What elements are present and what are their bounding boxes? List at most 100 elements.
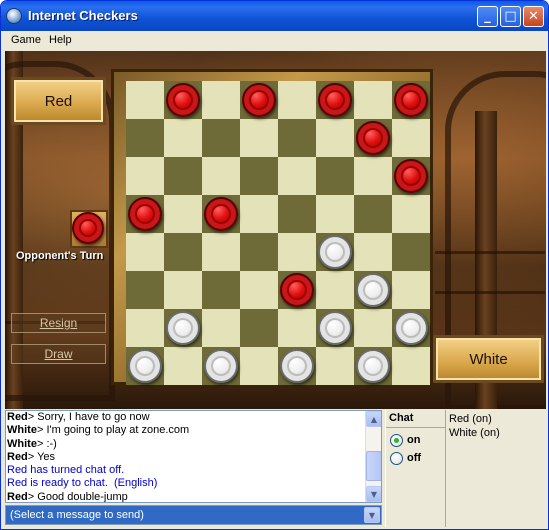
board-square[interactable] — [164, 347, 202, 385]
red-checker-piece[interactable] — [318, 83, 352, 117]
board-square[interactable] — [126, 233, 164, 271]
chat-scrollbar[interactable]: ▲ ▼ — [365, 411, 381, 502]
player-list: Red (on) White (on) — [445, 410, 546, 527]
scroll-up-icon[interactable]: ▲ — [366, 411, 381, 427]
resign-button[interactable]: Resign — [11, 313, 106, 333]
board-square[interactable] — [202, 119, 240, 157]
chat-off-label: off — [407, 452, 422, 464]
white-checker-piece[interactable] — [204, 349, 238, 383]
board-square[interactable] — [316, 195, 354, 233]
board-square[interactable] — [240, 309, 278, 347]
board-square[interactable] — [354, 233, 392, 271]
chat-on-radio[interactable] — [390, 434, 403, 447]
scroll-down-icon[interactable]: ▼ — [366, 486, 381, 502]
board-square[interactable] — [354, 195, 392, 233]
white-checker-piece[interactable] — [318, 311, 352, 345]
maximize-button[interactable]: □ — [500, 6, 521, 27]
white-checker-piece[interactable] — [280, 349, 314, 383]
board-square[interactable] — [240, 195, 278, 233]
send-message-placeholder: (Select a message to send) — [10, 509, 144, 521]
white-checker-piece[interactable] — [394, 311, 428, 345]
checkerboard[interactable] — [126, 81, 430, 385]
game-area: Red Opponent's Turn Resign Draw White — [5, 51, 546, 409]
scroll-thumb[interactable] — [366, 451, 381, 481]
white-checker-piece[interactable] — [356, 273, 390, 307]
close-button[interactable]: ✕ — [523, 6, 544, 27]
board-square[interactable] — [202, 81, 240, 119]
board-square[interactable] — [278, 81, 316, 119]
board-square[interactable] — [316, 157, 354, 195]
board-square[interactable] — [126, 81, 164, 119]
board-square[interactable] — [126, 157, 164, 195]
board-square[interactable] — [278, 157, 316, 195]
red-checker-piece[interactable] — [128, 197, 162, 231]
red-checker-piece[interactable] — [394, 83, 428, 117]
board-square[interactable] — [126, 119, 164, 157]
board-square[interactable] — [316, 347, 354, 385]
chat-text: Good double-jump — [37, 490, 128, 503]
menu-game[interactable]: Game — [11, 34, 41, 46]
board-square[interactable] — [278, 233, 316, 271]
board-square[interactable] — [240, 347, 278, 385]
bookshelf — [435, 251, 545, 254]
send-message-select[interactable]: (Select a message to send) ▼ — [5, 505, 382, 525]
board-square[interactable] — [126, 309, 164, 347]
board-square[interactable] — [392, 119, 430, 157]
divider — [386, 427, 445, 428]
chat-text: Yes — [37, 450, 56, 463]
board-square[interactable] — [392, 233, 430, 271]
board-square[interactable] — [392, 347, 430, 385]
board-square[interactable] — [164, 233, 202, 271]
red-checker-piece[interactable] — [204, 197, 238, 231]
board-square[interactable] — [278, 195, 316, 233]
chat-separator: > — [36, 437, 47, 450]
white-checker-piece[interactable] — [128, 349, 162, 383]
board-square[interactable] — [164, 157, 202, 195]
white-checker-piece[interactable] — [356, 349, 390, 383]
board-square[interactable] — [126, 271, 164, 309]
red-checker-piece[interactable] — [394, 159, 428, 193]
red-checker-piece[interactable] — [166, 83, 200, 117]
board-square[interactable] — [164, 195, 202, 233]
board-square[interactable] — [354, 309, 392, 347]
board-square[interactable] — [164, 271, 202, 309]
red-checker-piece[interactable] — [242, 83, 276, 117]
board-square[interactable] — [392, 195, 430, 233]
dropdown-arrow-icon[interactable]: ▼ — [364, 507, 380, 523]
red-checker-piece[interactable] — [280, 273, 314, 307]
chat-off-radio[interactable] — [390, 452, 403, 465]
board-square[interactable] — [202, 271, 240, 309]
chat-history[interactable]: Red> Sorry, I have to go now White> I'm g… — [5, 410, 382, 503]
board-square[interactable] — [392, 271, 430, 309]
board-square[interactable] — [316, 271, 354, 309]
minimize-button[interactable]: _ — [477, 6, 498, 27]
red-checker-piece[interactable] — [356, 121, 390, 155]
board-square[interactable] — [278, 309, 316, 347]
board-square[interactable] — [354, 81, 392, 119]
board-square[interactable] — [202, 233, 240, 271]
board-square[interactable] — [202, 309, 240, 347]
chat-message: White> I'm going to play at zone.com — [6, 424, 381, 437]
board-square[interactable] — [240, 119, 278, 157]
white-checker-piece[interactable] — [166, 311, 200, 345]
board-square[interactable] — [240, 233, 278, 271]
board-square[interactable] — [354, 157, 392, 195]
chat-sender: Red — [7, 411, 28, 423]
board-square[interactable] — [316, 119, 354, 157]
chat-on-label: on — [407, 434, 421, 446]
chat-text: Red has turned chat off. — [7, 464, 125, 477]
chat-sender: Red — [7, 490, 28, 503]
board-square[interactable] — [240, 157, 278, 195]
turn-indicator — [70, 210, 108, 248]
chat-sender: White — [7, 437, 37, 450]
menu-help[interactable]: Help — [49, 34, 72, 46]
board-square[interactable] — [164, 119, 202, 157]
board-square[interactable] — [240, 271, 278, 309]
chat-message: Red is ready to chat. (English) — [6, 477, 381, 490]
board-square[interactable] — [278, 119, 316, 157]
white-checker-piece[interactable] — [318, 235, 352, 269]
board-square[interactable] — [202, 157, 240, 195]
chat-header: Chat — [389, 412, 414, 424]
draw-button[interactable]: Draw — [11, 344, 106, 364]
chat-message: White> :-) — [6, 438, 381, 451]
